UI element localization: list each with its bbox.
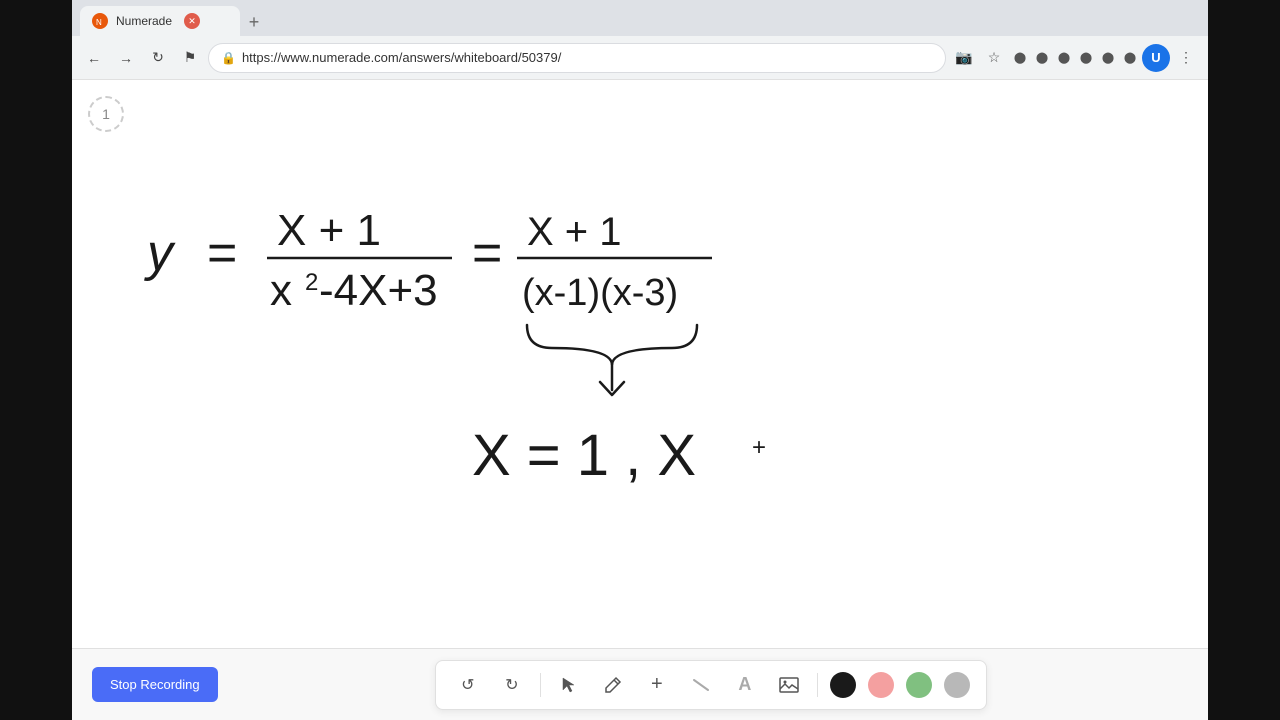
text-button[interactable]: A: [729, 669, 761, 701]
drawing-toolbar: ↺ ↻ +: [435, 660, 987, 710]
nav-bar: ← → ↻ ⚑ 🔒 https://www.numerade.com/answe…: [72, 36, 1208, 80]
profile-avatar[interactable]: U: [1142, 44, 1170, 72]
svg-text:X = 1 , X: X = 1 , X: [472, 423, 696, 488]
svg-text:X + 1: X + 1: [527, 210, 622, 254]
tab-favicon: N: [92, 13, 108, 29]
page-indicator: 1: [88, 96, 124, 132]
home-button[interactable]: ⚑: [176, 44, 204, 72]
eraser-icon: [692, 676, 710, 694]
ext-icon-3[interactable]: ⬤: [1054, 48, 1074, 68]
select-tool-button[interactable]: [553, 669, 585, 701]
left-sidebar: [0, 0, 72, 720]
tab-close-button[interactable]: ✕: [184, 13, 200, 29]
math-content: y = X + 1 x 2 -4X+3 = X + 1 (x-1)(x-3): [132, 180, 932, 560]
cursor-icon: [560, 676, 578, 694]
lock-icon: 🔒: [221, 51, 236, 65]
tab-bar: N Numerade ✕ +: [72, 0, 1208, 36]
forward-button[interactable]: →: [112, 44, 140, 72]
svg-text:y: y: [144, 224, 176, 282]
back-button[interactable]: ←: [80, 44, 108, 72]
undo-button[interactable]: ↺: [452, 669, 484, 701]
new-tab-button[interactable]: +: [240, 8, 268, 36]
browser-window: N Numerade ✕ + ← → ↻ ⚑ 🔒 https://www.num…: [72, 0, 1208, 720]
toolbar-divider-2: [817, 673, 818, 697]
color-black[interactable]: [830, 672, 856, 698]
url-text: https://www.numerade.com/answers/whitebo…: [242, 50, 933, 65]
svg-text:=: =: [207, 224, 237, 282]
svg-text:=: =: [472, 224, 502, 282]
right-sidebar: [1208, 0, 1280, 720]
image-icon: [779, 675, 799, 695]
eraser-button[interactable]: [685, 669, 717, 701]
toolbar-container: ↺ ↻ +: [234, 660, 1188, 710]
bottom-bar: Stop Recording ↺ ↻ +: [72, 648, 1208, 720]
redo-button[interactable]: ↻: [496, 669, 528, 701]
toolbar-divider-1: [540, 673, 541, 697]
refresh-button[interactable]: ↻: [144, 44, 172, 72]
svg-text:-4X+3: -4X+3: [319, 266, 438, 315]
cast-icon[interactable]: 📷: [950, 44, 978, 72]
svg-text:+: +: [752, 434, 766, 461]
image-button[interactable]: [773, 669, 805, 701]
stop-recording-button[interactable]: Stop Recording: [92, 667, 218, 702]
color-gray[interactable]: [944, 672, 970, 698]
color-green[interactable]: [906, 672, 932, 698]
ext-icon-5[interactable]: ⬤: [1098, 48, 1118, 68]
pen-icon: [604, 676, 622, 694]
pen-tool-button[interactable]: [597, 669, 629, 701]
tab-title: Numerade: [116, 14, 172, 28]
ext-icon-2[interactable]: ⬤: [1032, 48, 1052, 68]
nav-icons: 📷 ☆ ⬤ ⬤ ⬤ ⬤ ⬤ ⬤ U ⋮: [950, 44, 1200, 72]
svg-text:X + 1: X + 1: [277, 206, 381, 255]
svg-text:(x-1)(x-3): (x-1)(x-3): [522, 272, 678, 314]
svg-text:2: 2: [305, 269, 318, 296]
address-bar[interactable]: 🔒 https://www.numerade.com/answers/white…: [208, 43, 946, 73]
svg-text:x: x: [270, 266, 292, 315]
ext-icon-1[interactable]: ⬤: [1010, 48, 1030, 68]
whiteboard[interactable]: 1 y = X + 1 x 2 -4X+3 = X + 1: [72, 80, 1208, 648]
ext-icon-6[interactable]: ⬤: [1120, 48, 1140, 68]
svg-text:N: N: [96, 18, 102, 26]
color-pink[interactable]: [868, 672, 894, 698]
add-button[interactable]: +: [641, 669, 673, 701]
page-number: 1: [102, 106, 110, 122]
menu-icon[interactable]: ⋮: [1172, 44, 1200, 72]
bookmark-icon[interactable]: ☆: [980, 44, 1008, 72]
active-tab[interactable]: N Numerade ✕: [80, 6, 240, 36]
ext-icon-4[interactable]: ⬤: [1076, 48, 1096, 68]
